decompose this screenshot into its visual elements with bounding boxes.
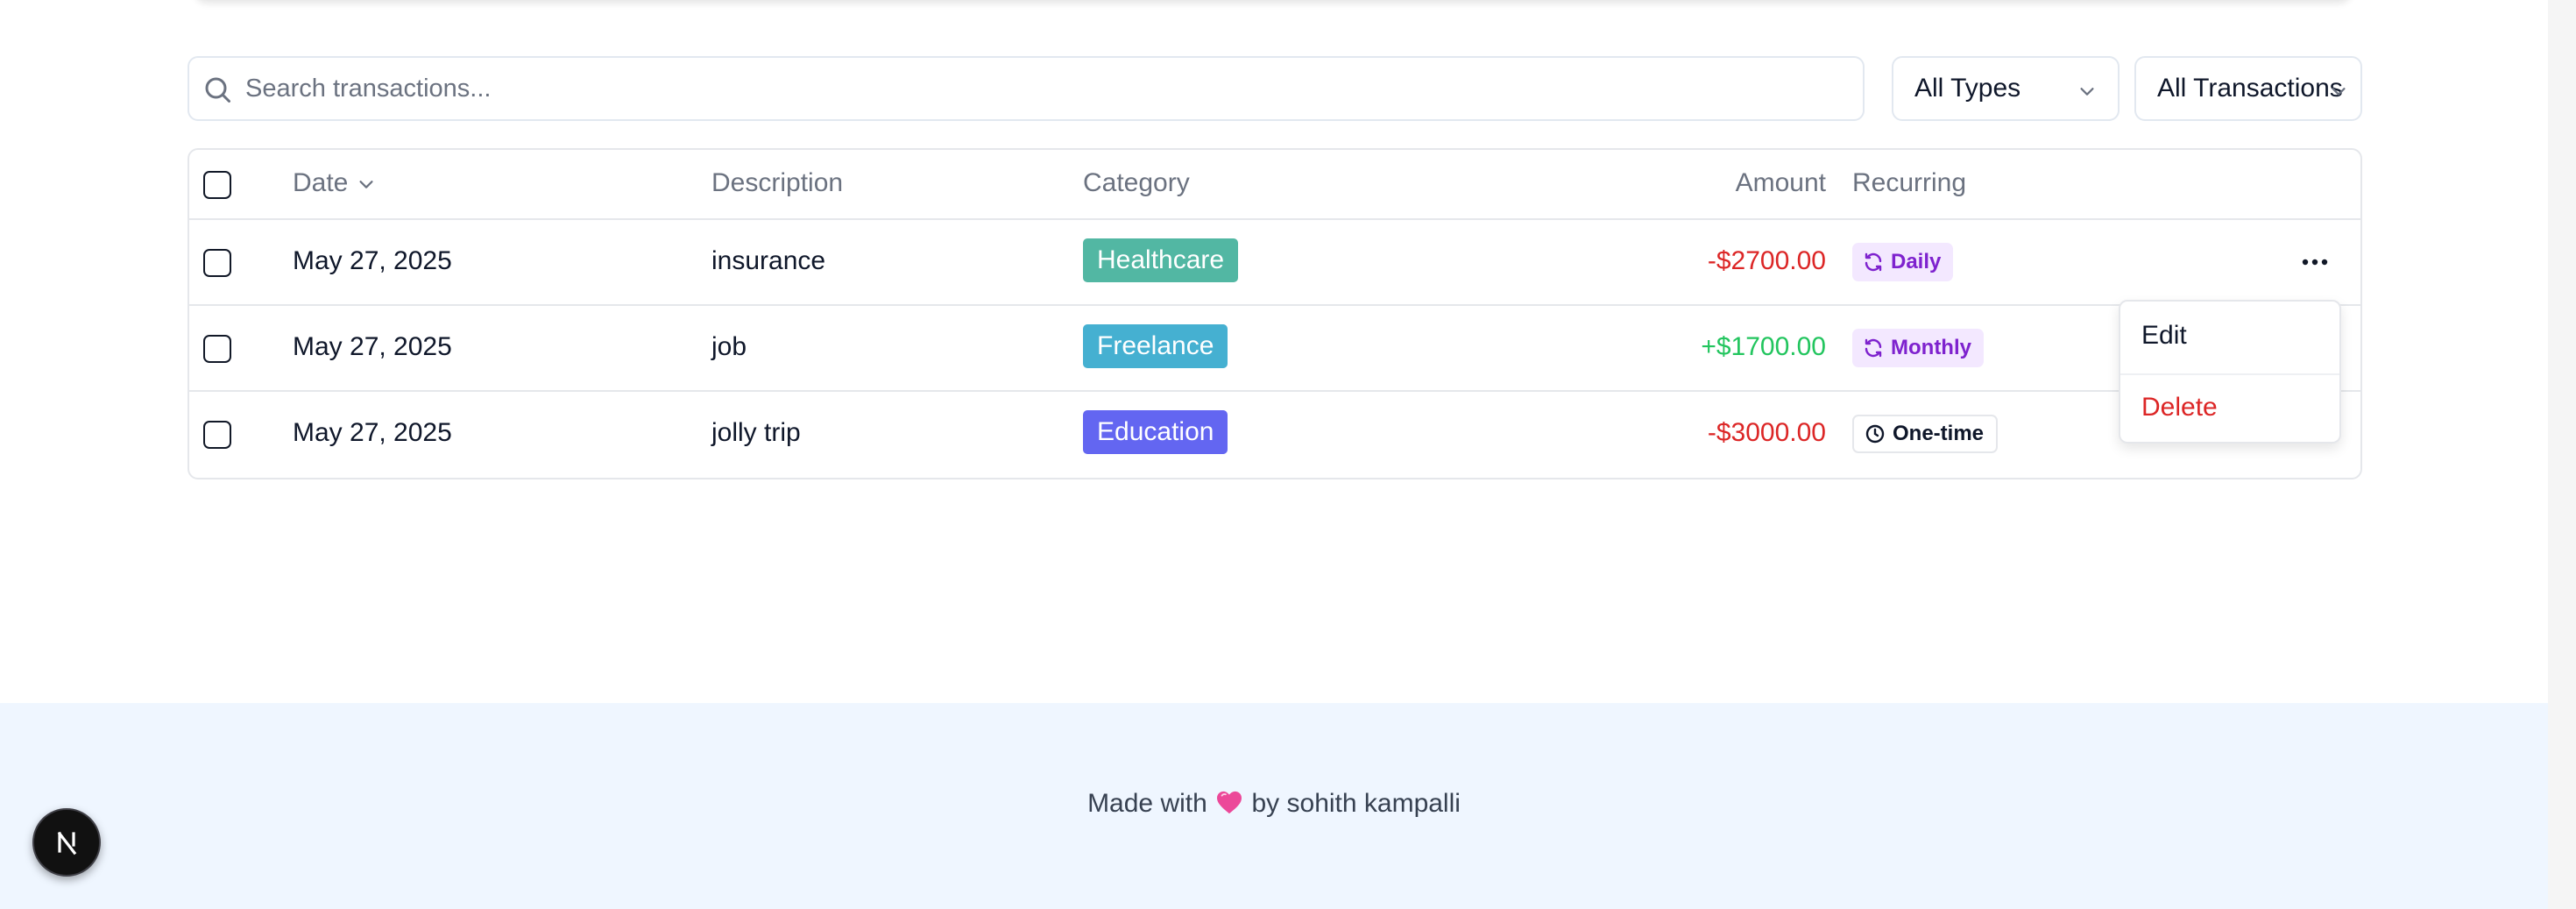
select-all-checkbox[interactable]: [203, 171, 231, 199]
row-actions-button[interactable]: [2297, 245, 2332, 280]
date-header-label: Date: [293, 168, 349, 197]
table-row: May 27, 2025 insurance Healthcare -$2700…: [189, 220, 2360, 306]
table-row: May 27, 2025 job Freelance +$1700.00 Mon…: [189, 306, 2360, 392]
recurring-badge: Monthly: [1852, 329, 1984, 367]
row-amount: +$1700.00: [1701, 332, 1826, 361]
heart-icon: [1217, 791, 1242, 814]
table-row: May 27, 2025 jolly trip Education -$3000…: [189, 392, 2360, 478]
date-column-header[interactable]: Date: [293, 168, 376, 198]
row-amount: -$2700.00: [1707, 246, 1826, 275]
description-column-header: Description: [711, 168, 844, 197]
recurring-label: Daily: [1891, 250, 1942, 273]
refresh-icon: [1865, 252, 1882, 272]
row-date: May 27, 2025: [293, 332, 452, 361]
page-scrollbar[interactable]: [2548, 0, 2576, 909]
transaction-filter-select[interactable]: All Transactions: [2134, 56, 2362, 121]
row-date: May 27, 2025: [293, 246, 452, 275]
edit-menu-item[interactable]: Edit: [2141, 321, 2187, 351]
recurring-label: One-time: [1893, 422, 1985, 445]
delete-menu-item[interactable]: Delete: [2141, 393, 2218, 423]
transaction-filter-value: All Transactions: [2157, 74, 2343, 103]
row-amount: -$3000.00: [1707, 418, 1826, 447]
category-badge: Healthcare: [1083, 238, 1239, 282]
row-description: job: [711, 332, 747, 361]
search-box[interactable]: [188, 56, 1865, 121]
category-badge: Education: [1083, 410, 1228, 454]
amount-column-header: Amount: [1735, 168, 1826, 197]
row-checkbox[interactable]: [203, 249, 231, 277]
recurring-label: Monthly: [1891, 336, 1971, 359]
type-filter-select[interactable]: All Types: [1892, 56, 2120, 121]
table-header-row: Date Description Category Amount Recurri…: [189, 150, 2360, 220]
search-icon: [205, 77, 230, 103]
clock-icon: [1865, 424, 1885, 444]
footer-credit: Made with by sohith kampalli: [0, 789, 2548, 819]
footer: Made with by sohith kampalli: [0, 703, 2548, 909]
row-description: insurance: [711, 246, 826, 275]
search-input[interactable]: [245, 67, 1840, 110]
row-date: May 27, 2025: [293, 418, 452, 447]
recurring-badge: One-time: [1852, 415, 1999, 453]
menu-divider: [2120, 373, 2339, 375]
sort-chevron-down-icon: [359, 181, 373, 188]
row-checkbox[interactable]: [203, 335, 231, 363]
recurring-column-header: Recurring: [1852, 168, 1967, 197]
category-column-header: Category: [1083, 168, 1190, 197]
chevron-down-icon: [2080, 88, 2094, 96]
transactions-toolbar: All Types All Transactions: [188, 56, 2362, 121]
more-horizontal-icon: [2302, 259, 2328, 266]
footer-prefix: Made with: [1087, 789, 1207, 818]
type-filter-value: All Types: [1914, 74, 2021, 103]
nextjs-dev-indicator[interactable]: [32, 808, 101, 877]
row-description: jolly trip: [711, 418, 801, 447]
row-actions-menu: Edit Delete: [2119, 300, 2341, 444]
nextjs-logo-icon: [57, 831, 77, 856]
category-badge: Freelance: [1083, 324, 1228, 368]
footer-suffix: by sohith kampalli: [1251, 789, 1461, 818]
refresh-icon: [1865, 338, 1882, 358]
recurring-badge: Daily: [1852, 243, 1954, 281]
chevron-down-icon: [2332, 88, 2346, 96]
row-checkbox[interactable]: [203, 421, 231, 449]
transactions-table: Date Description Category Amount Recurri…: [188, 148, 2362, 479]
